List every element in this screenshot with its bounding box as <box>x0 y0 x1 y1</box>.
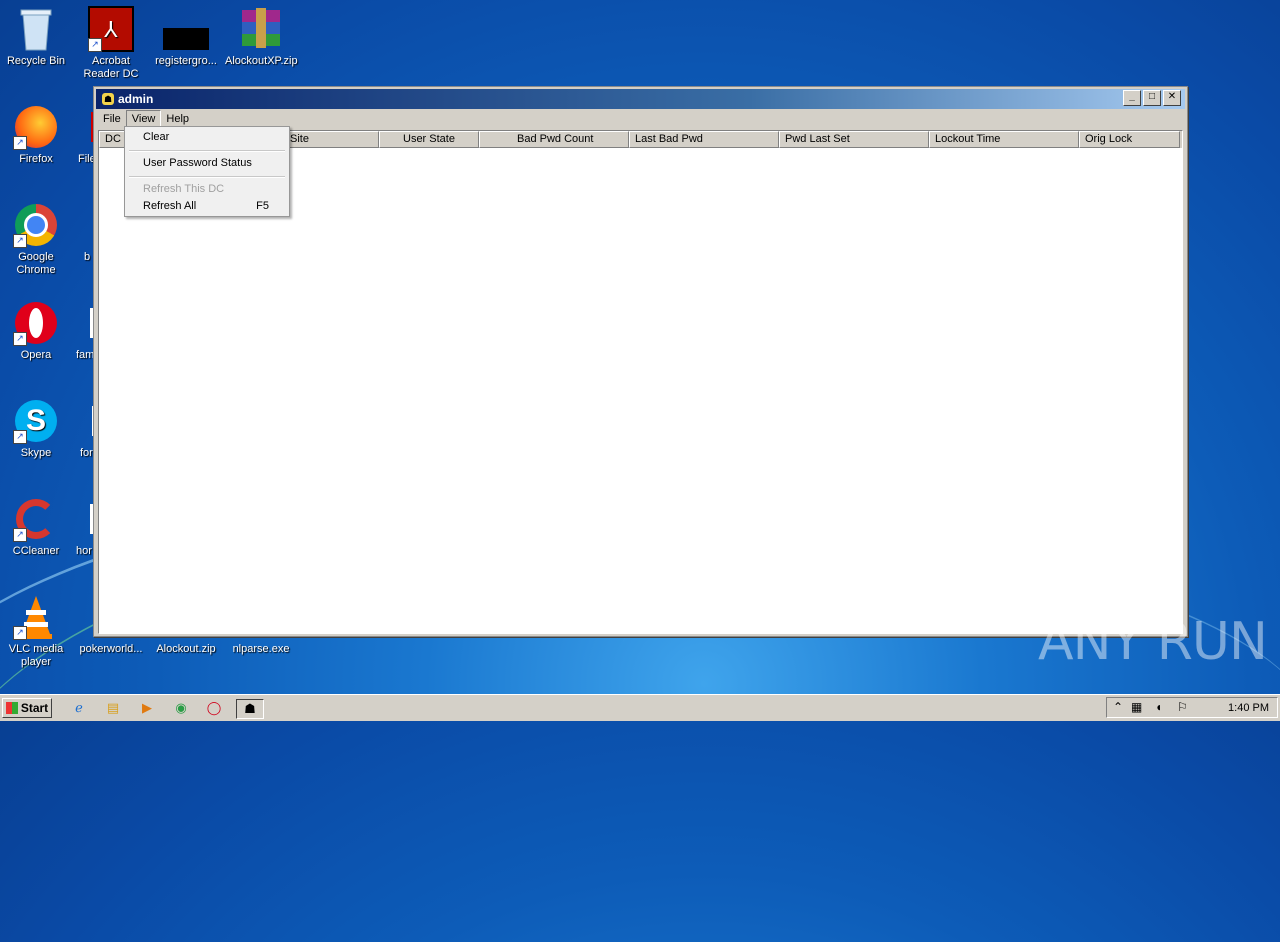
firefox-icon: ↗ <box>13 104 59 150</box>
menu-file[interactable]: File <box>98 111 126 127</box>
desktop-icon-acrobat[interactable]: ⅄ ↗ Acrobat Reader DC <box>75 6 147 81</box>
system-tray: ⌃ ▦ ◖ ⚐ 1:40 PM <box>1106 697 1278 718</box>
start-button[interactable]: Start <box>2 698 52 718</box>
menu-item-user-password-status[interactable]: User Password Status <box>143 157 269 169</box>
menu-separator <box>129 150 285 152</box>
desktop-icon-google-chrome[interactable]: ↗ Google Chrome <box>0 202 72 277</box>
app-lock-icon: ☗ <box>102 93 114 105</box>
column-header-orig-lock[interactable]: Orig Lock <box>1079 131 1180 148</box>
menu-separator <box>129 176 285 178</box>
opera-taskbar-icon[interactable]: ◯ <box>205 699 223 717</box>
desktop-icon-registergro[interactable]: registergro... <box>150 6 222 68</box>
taskbar: Start ℯ ▤ ▶ ◉ ◯ ☗ ⌃ ▦ ◖ ⚐ 1:40 PM <box>0 694 1280 721</box>
view-dropdown-menu: Clear User Password Status Refresh This … <box>124 126 290 217</box>
column-header-last-bad-pwd[interactable]: Last Bad Pwd <box>629 131 779 148</box>
window-title: admin <box>118 92 154 106</box>
column-header-pwd-last-set[interactable]: Pwd Last Set <box>779 131 929 148</box>
shortcut-arrow-icon: ↗ <box>13 430 27 444</box>
winrar-archive-icon <box>238 6 284 52</box>
column-header-bad-pwd-count[interactable]: Bad Pwd Count <box>479 131 629 148</box>
minimize-button[interactable]: _ <box>1123 90 1141 106</box>
chrome-taskbar-icon[interactable]: ◉ <box>172 699 190 717</box>
desktop-icon-vlc[interactable]: ↗ VLC media player <box>0 594 72 669</box>
recycle-bin-icon <box>13 6 59 52</box>
opera-icon: ↗ <box>13 300 59 346</box>
vlc-cone-icon: ↗ <box>13 594 59 640</box>
acrobat-icon: ⅄ ↗ <box>88 6 134 52</box>
menu-help[interactable]: Help <box>161 111 194 127</box>
shortcut-arrow-icon: ↗ <box>88 38 102 52</box>
maximize-button[interactable]: □ <box>1143 90 1161 106</box>
shortcut-arrow-icon: ↗ <box>13 136 27 150</box>
network-icon[interactable]: ▦ <box>1131 700 1142 714</box>
column-header-user-state[interactable]: User State <box>379 131 479 148</box>
anyrun-watermark: ANY RUN <box>1038 612 1268 672</box>
clock[interactable]: 1:40 PM <box>1228 702 1269 714</box>
menu-item-refresh-this-dc: Refresh This DC <box>143 183 225 195</box>
internet-explorer-icon[interactable]: ℯ <box>70 699 88 717</box>
media-player-icon[interactable]: ▶ <box>138 699 156 717</box>
windows-logo-icon <box>5 702 18 714</box>
action-center-flag-icon[interactable]: ⚐ <box>1177 700 1188 714</box>
file-icon <box>163 6 209 52</box>
volume-icon[interactable]: ◖ <box>1155 700 1162 714</box>
close-button[interactable]: ✕ <box>1163 90 1181 106</box>
desktop-icon-alockoutxp-zip[interactable]: AlockoutXP.zip <box>225 6 298 68</box>
shortcut-arrow-icon: ↗ <box>13 528 27 542</box>
shortcut-arrow-icon: ↗ <box>13 626 27 640</box>
shortcut-arrow-icon: ↗ <box>13 332 27 346</box>
desktop-icon-skype[interactable]: S ↗ Skype <box>0 398 72 460</box>
menu-item-clear[interactable]: Clear <box>143 131 269 143</box>
desktop-icon-recycle-bin[interactable]: Recycle Bin <box>0 6 72 68</box>
menu-item-refresh-all[interactable]: Refresh All F5 <box>143 200 269 212</box>
explorer-folder-icon[interactable]: ▤ <box>104 699 122 717</box>
ccleaner-icon: ↗ <box>13 496 59 542</box>
admin-task-button[interactable]: ☗ <box>236 699 264 719</box>
chrome-icon: ↗ <box>13 202 59 248</box>
shortcut-arrow-icon: ↗ <box>13 234 27 248</box>
skype-icon: S ↗ <box>13 398 59 444</box>
show-hidden-icons-chevron-icon[interactable]: ⌃ <box>1113 700 1123 714</box>
column-header-lockout-time[interactable]: Lockout Time <box>929 131 1079 148</box>
window-titlebar[interactable]: ☗ admin _ □ ✕ <box>96 89 1185 109</box>
shortcut-key: F5 <box>256 200 269 212</box>
